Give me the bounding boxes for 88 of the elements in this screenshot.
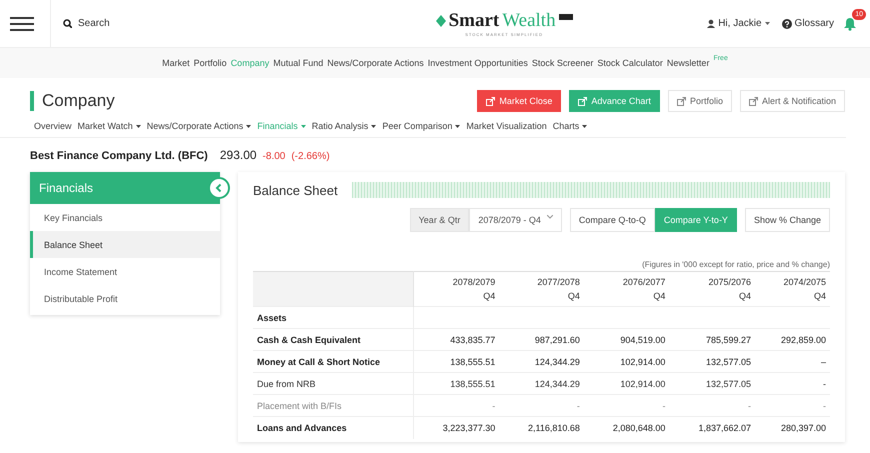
logo-text: Wealth <box>502 10 556 32</box>
user-menu[interactable]: Hi, Jackie <box>707 18 770 29</box>
table-cell: - <box>669 394 755 416</box>
tab[interactable]: Market Watch <box>78 121 141 131</box>
nav-link[interactable]: Investment Opportunities <box>428 58 528 68</box>
external-link-icon <box>486 96 496 106</box>
table-cell: 2,116,810.68 <box>499 416 584 438</box>
table-cell: 124,344.29 <box>499 350 584 372</box>
search-field[interactable]: Search <box>63 18 183 29</box>
external-link-icon <box>676 96 686 106</box>
table-cell: 1,837,662.07 <box>669 416 755 438</box>
table-cell: 132,577.05 <box>669 350 755 372</box>
column-header: 2075/2076 Q4 <box>669 272 755 306</box>
menu-icon[interactable] <box>10 14 34 32</box>
column-header: 2076/2077 Q4 <box>584 272 670 306</box>
nav-link[interactable]: Market <box>162 58 190 68</box>
column-header: 2077/2078 Q4 <box>499 272 584 306</box>
table-cell: 2,080,648.00 <box>584 416 670 438</box>
stock-price: 293.00 <box>220 148 257 162</box>
collapse-icon[interactable] <box>208 177 230 199</box>
diamond-icon <box>436 15 446 27</box>
compare-toggle[interactable]: Compare Q-to-Q <box>570 208 655 232</box>
logo-text: Smart <box>448 10 500 32</box>
table-cell: – <box>755 350 830 372</box>
sidebar-item[interactable]: Income Statement <box>30 258 220 285</box>
price-change: -8.00 <box>262 151 286 162</box>
caret-icon <box>764 22 770 25</box>
table-cell: 987,291.60 <box>499 328 584 350</box>
table-cell: 124,344.29 <box>499 372 584 394</box>
search-icon <box>63 19 72 28</box>
column-header: 2074/2075 Q4 <box>755 272 830 306</box>
table-cell: 102,914.00 <box>584 350 670 372</box>
sidebar-item[interactable]: Distributable Profit <box>30 285 220 312</box>
row-label: Placement with B/FIs <box>253 394 413 416</box>
nav-link[interactable]: Mutual Fund <box>273 58 324 68</box>
tab[interactable]: Overview <box>34 121 72 131</box>
action-button[interactable]: Alert & Notification <box>740 90 845 112</box>
table-cell: 138,555.51 <box>413 350 500 372</box>
action-button[interactable]: Market Close <box>477 90 562 112</box>
table-cell: - <box>755 372 830 394</box>
nav-link[interactable]: Portfolio <box>194 58 227 68</box>
show-change-button[interactable]: Show % Change <box>744 208 830 232</box>
table-cell: 102,914.00 <box>584 372 670 394</box>
user-icon <box>707 19 716 28</box>
sidebar-item[interactable]: Balance Sheet <box>30 231 220 258</box>
external-link-icon <box>748 96 758 106</box>
label-icon <box>558 14 573 20</box>
tab[interactable]: Market Visualization <box>466 121 547 131</box>
section-title: Balance Sheet <box>253 182 338 198</box>
row-label: Loans and Advances <box>253 416 413 438</box>
nav-link[interactable]: News/Corporate Actions <box>327 58 424 68</box>
chevron-icon <box>546 215 553 221</box>
period-label: Year & Qtr <box>410 208 470 232</box>
table-cell: 3,223,377.30 <box>413 416 500 438</box>
nav-link[interactable]: Newsletter <box>666 58 710 68</box>
external-link-icon <box>578 96 588 106</box>
nav-link[interactable]: Stock Calculator <box>597 58 663 68</box>
table-cell: 785,599.27 <box>669 328 755 350</box>
nav-link[interactable]: Stock Screener <box>532 58 594 68</box>
table-cell: 433,835.77 <box>413 328 500 350</box>
table-cell: - <box>584 394 670 416</box>
tab[interactable]: Charts <box>552 121 588 131</box>
percent-change: (-2.66%) <box>291 151 330 162</box>
table-cell: 132,577.05 <box>669 372 755 394</box>
column-header: 2078/2079 Q4 <box>413 272 500 306</box>
tab[interactable]: Peer Comparison <box>382 121 460 131</box>
period-dropdown[interactable]: 2078/2079 - Q4 <box>469 208 562 232</box>
bell-icon[interactable] <box>844 16 856 30</box>
glossary-link[interactable]: Glossary <box>782 18 834 29</box>
row-label: Assets <box>253 306 413 328</box>
row-label: Cash & Cash Equivalent <box>253 328 413 350</box>
table-cell: 292,859.00 <box>755 328 830 350</box>
help-icon <box>782 18 792 28</box>
table-cell: - <box>755 394 830 416</box>
table-cell: - <box>499 394 584 416</box>
sidebar-title: Financials <box>39 181 94 195</box>
sidebar-item[interactable]: Key Financials <box>30 204 220 231</box>
table-cell: 280,397.00 <box>755 416 830 438</box>
row-label: Due from NRB <box>253 372 413 394</box>
company-name: Best Finance Company Ltd. (BFC) <box>30 150 208 162</box>
table-cell: 904,519.00 <box>584 328 670 350</box>
table-cell: 138,555.51 <box>413 372 500 394</box>
row-label: Money at Call & Short Notice <box>253 350 413 372</box>
action-button[interactable]: Portfolio <box>668 90 732 112</box>
table-cell: - <box>413 394 500 416</box>
units-note: (Figures in '000 except for ratio, price and % change) <box>641 260 830 269</box>
tab[interactable]: News/Corporate Actions <box>146 121 252 131</box>
tab[interactable]: Ratio Analysis <box>312 121 376 131</box>
